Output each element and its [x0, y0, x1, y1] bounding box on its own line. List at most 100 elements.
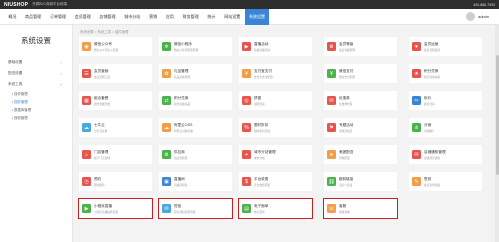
fee-icon: $ — [242, 177, 251, 186]
plugin-card[interactable]: ✿ 礼品管理 礼品兑换管理 — [159, 64, 232, 83]
username[interactable]: admin — [478, 14, 489, 19]
plugin-card[interactable]: ▣ 直播间 直播间管理 — [159, 172, 232, 191]
plugin-card[interactable]: ★ 积分兑换 积分商城兑换 — [409, 64, 482, 83]
sidebar-group-label: 系统工具 — [8, 82, 23, 86]
miniapp-icon: ✲ — [162, 42, 171, 51]
plugin-desc: 预约服务 — [94, 183, 105, 187]
plugin-card[interactable]: ⇄ 积分兑换 积分兑换商品 — [159, 91, 232, 110]
plugin-name: 供应商 — [174, 149, 185, 154]
plugin-card[interactable]: ¥ 支付宝支付支付宝支付配置 — [239, 64, 312, 83]
plugin-desc: 积分商城兑换 — [424, 75, 441, 79]
plugin-desc: 支付宝支付配置 — [254, 75, 273, 79]
plugin-card[interactable]: ¥ 微信支付 微信支付配置 — [324, 64, 397, 83]
plugin-desc: 同城配送 — [339, 156, 350, 160]
nav-item[interactable]: 订单管理 — [46, 9, 71, 25]
plugin-card[interactable]: ✎ 签到 会员签到奖励 — [409, 172, 482, 191]
plugin-card[interactable]: ☁ 阿里云OSS 阿里云对象存储 — [159, 118, 232, 137]
plugin-desc: 礼品兑换管理 — [174, 75, 191, 79]
plugin-desc: 积分兑换商品 — [174, 102, 191, 106]
notify-icon: ✉ — [412, 150, 421, 159]
plugin-card[interactable]: ▶ 小程序直播 小程序直播插件配置 — [78, 198, 153, 219]
plugin-card[interactable]: $ 平台收费 平台收费配置 — [239, 172, 312, 191]
plugin-name: 专题活动 — [339, 122, 354, 127]
plugin-card[interactable]: ☰ 会员营销 会员营销工具 — [79, 64, 152, 83]
plugin-desc: 阿里云对象存储 — [174, 129, 193, 133]
plugin-card[interactable]: ◎ 拼团 拼团活动 — [239, 91, 312, 110]
plugin-desc: 微信支付配置 — [339, 75, 356, 79]
plugin-desc: 限时折扣活动 — [254, 129, 271, 133]
plugin-name: 门店管理 — [94, 149, 109, 154]
nav-item[interactable]: 概况 — [4, 9, 21, 25]
plugin-name: 会员运营 — [424, 41, 439, 46]
plugin-card[interactable]: ✲ 微信小程序 微信小程序配置管理 — [159, 37, 232, 56]
plugin-card[interactable]: ◷ 预约 预约服务 — [79, 172, 152, 191]
nav-item[interactable]: 商品管理 — [21, 9, 46, 25]
plugin-card[interactable]: ▶ 直播活动 商城直播活动 — [239, 37, 312, 56]
plugin-name: 跳转链接 — [339, 176, 354, 181]
chevron-icon: › — [60, 60, 62, 65]
plugin-desc: 自定义链接 — [339, 183, 353, 187]
sidebar-subitem[interactable]: • 插件管理 — [0, 98, 72, 106]
sidebar-group[interactable]: 系统工具 ˅ — [0, 79, 72, 90]
member-level-icon: ♛ — [327, 42, 336, 51]
nav-item[interactable]: 会员管理 — [70, 9, 95, 25]
avatar[interactable] — [466, 12, 476, 21]
delivery-icon: ➤ — [327, 150, 336, 159]
alipay-icon: ¥ — [242, 69, 251, 78]
plugin-card[interactable]: ♥ 会员运营 会员营销运营 — [409, 37, 482, 56]
plugin-name: 支付宝支付 — [254, 68, 272, 73]
plugin-card[interactable]: ✉ 优惠券 优惠券管理 — [324, 91, 397, 110]
scrollbar[interactable] — [495, 25, 499, 242]
plugin-card[interactable]: ⛓ 跳转链接 自定义链接 — [324, 172, 397, 191]
plugin-desc: 优惠券管理 — [339, 102, 353, 106]
plugin-name: 直播间 — [174, 176, 185, 181]
plugin-card[interactable]: ✉ 店铺通知管理 店铺消息通知 — [409, 145, 482, 164]
plugin-desc: 会员签到奖励 — [424, 183, 441, 187]
plugin-card[interactable]: ⚙ 供应商供应商管理 — [159, 145, 232, 164]
nav-item[interactable]: 应用 — [161, 9, 178, 25]
sidebar-subitem[interactable]: • 授权管理 — [0, 114, 72, 122]
plugin-card[interactable]: ✂ 砍价 砍价活动 — [409, 91, 482, 110]
plugin-card[interactable]: ▤ 电子面单 电子面单 — [238, 198, 313, 219]
plugin-card[interactable]: ⚑ 专题活动 专题活动页 — [324, 118, 397, 137]
nav-item[interactable]: 系统设置 — [244, 8, 270, 25]
logo: NIUSHOP — [4, 1, 29, 8]
user-menu[interactable]: admin — [466, 12, 489, 21]
plugin-card[interactable]: ♛ 会员等级 会员等级管理 — [324, 37, 397, 56]
plugin-name: 店铺通知管理 — [424, 149, 446, 154]
plugin-desc: 供应商管理 — [174, 156, 188, 160]
plugin-card[interactable]: ▦ 组合套餐 组合套餐优惠 — [79, 91, 152, 110]
plugin-card[interactable]: ✉ 短信 短信通知配置管理 — [158, 198, 233, 219]
plugin-name: 礼品管理 — [174, 68, 189, 73]
plugin-desc: 会员等级管理 — [339, 48, 356, 52]
nav-item[interactable]: 店铺管理 — [95, 9, 120, 25]
nav-item[interactable]: 营销 — [145, 9, 162, 25]
supplier-icon: ⚙ — [162, 150, 171, 159]
plugin-name: 电子面单 — [254, 203, 269, 208]
sidebar-subitem[interactable]: • 操作管理 — [0, 90, 72, 98]
hotline: 400-886-7993 — [473, 2, 495, 7]
plugin-desc: 微信小程序配置管理 — [174, 48, 199, 52]
nav-item[interactable]: 城市分站 — [120, 9, 145, 25]
plugin-desc: 店铺消息通知 — [424, 156, 441, 160]
scrollbar-thumb[interactable] — [495, 55, 499, 175]
exchange-icon: ⇄ — [162, 96, 171, 105]
plugin-name: 平台收费 — [254, 176, 269, 181]
plugin-card[interactable]: ⌂ 门店管理 线下门店管理 — [79, 145, 152, 164]
plugin-name: 拼团 — [254, 95, 262, 100]
sidebar-subitem[interactable]: • 数据库管理 — [0, 106, 72, 114]
plugin-card[interactable]: % 限时折扣 限时折扣活动 — [239, 118, 312, 137]
sidebar-group[interactable]: 配送设置 › — [0, 68, 72, 79]
nav-item[interactable]: 统计 — [203, 9, 220, 25]
plugin-card[interactable]: ☁ 七牛云 七牛云存储 — [79, 118, 152, 137]
main-content: 系统设置 > 系统工具 > 插件管理 ◉ 微信公众号 微信公众号接入配置 ✲ 微信小程序… — [76, 25, 499, 242]
nav-item[interactable]: 网站设置 — [220, 9, 245, 25]
plugin-card[interactable]: ⌖ 城市分站管理 城市分站 — [239, 145, 312, 164]
plugin-card[interactable]: ➤ 美团配送 同城配送 — [324, 145, 397, 164]
plugin-card[interactable]: ☏ 客服 客服系统 — [323, 198, 398, 219]
plugin-card[interactable]: ◉ 微信公众号 微信公众号接入配置 — [79, 37, 152, 56]
nav-item[interactable]: 财务管理 — [178, 9, 203, 25]
discount-icon: % — [242, 123, 251, 132]
sidebar-group[interactable]: 基础设置 › — [0, 57, 72, 68]
plugin-card[interactable]: ⋔ 分销 分销推广 — [409, 118, 482, 137]
